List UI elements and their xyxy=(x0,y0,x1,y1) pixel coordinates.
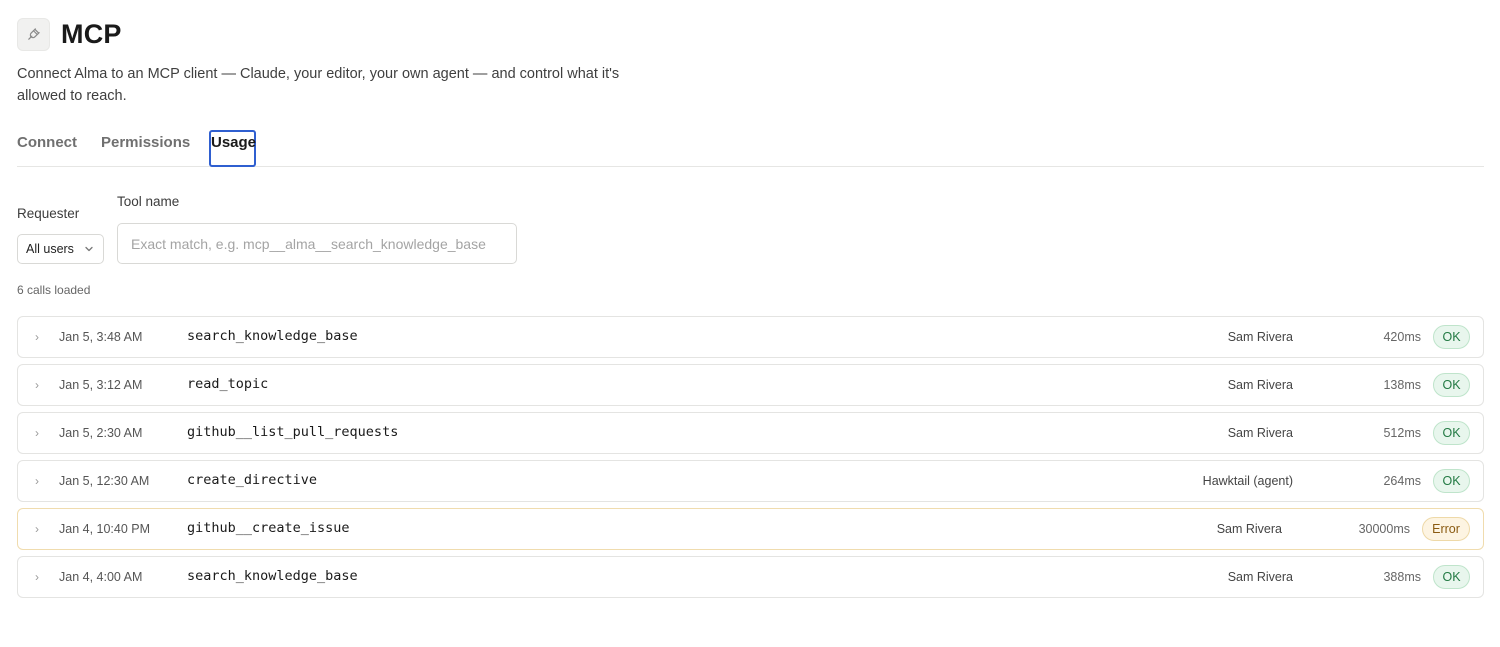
call-time: Jan 4, 4:00 AM xyxy=(59,570,143,584)
call-tool-name: read_topic xyxy=(187,376,269,392)
call-requester: Sam Rivera xyxy=(1227,378,1293,392)
call-tool-name: search_knowledge_base xyxy=(187,568,358,584)
status-badge: OK xyxy=(1433,469,1470,493)
chevron-right-icon[interactable]: › xyxy=(35,426,39,440)
calls-count: 6 calls loaded xyxy=(17,283,91,297)
chevron-down-icon xyxy=(85,246,93,252)
call-row[interactable]: › Jan 5, 12:30 AM create_directive Hawkt… xyxy=(17,460,1484,502)
page-description: Connect Alma to an MCP client — Claude, … xyxy=(17,66,620,104)
call-row[interactable]: › Jan 4, 10:40 PM github__create_issue S… xyxy=(17,508,1484,550)
chevron-right-icon[interactable]: › xyxy=(35,330,39,344)
call-duration: 264ms xyxy=(1383,474,1421,488)
page-header: MCP xyxy=(17,18,122,51)
call-duration: 138ms xyxy=(1383,378,1421,392)
call-tool-name: github__create_issue xyxy=(187,520,350,536)
call-time: Jan 4, 10:40 PM xyxy=(59,522,151,536)
call-time: Jan 5, 2:30 AM xyxy=(59,426,143,440)
status-badge: OK xyxy=(1433,565,1470,589)
call-duration: 420ms xyxy=(1383,330,1421,344)
call-requester: Sam Rivera xyxy=(1227,426,1293,440)
call-requester: Sam Rivera xyxy=(1216,522,1282,536)
tab-connect[interactable]: Connect xyxy=(17,130,77,167)
status-badge: OK xyxy=(1433,373,1470,397)
call-tool-name: search_knowledge_base xyxy=(187,328,358,344)
chevron-right-icon[interactable]: › xyxy=(35,378,39,392)
call-time: Jan 5, 3:12 AM xyxy=(59,378,143,392)
call-tool-name: create_directive xyxy=(187,472,318,488)
calls-list: › Jan 5, 3:48 AM search_knowledge_base S… xyxy=(17,316,1484,604)
status-badge: OK xyxy=(1433,325,1470,349)
status-badge: Error xyxy=(1422,517,1470,541)
status-badge: OK xyxy=(1433,421,1470,445)
chevron-right-icon[interactable]: › xyxy=(35,474,39,488)
requester-select[interactable]: All users xyxy=(17,234,104,264)
chevron-right-icon[interactable]: › xyxy=(35,522,39,536)
tab-bar: Connect Permissions Usage xyxy=(17,130,1484,167)
call-row[interactable]: › Jan 5, 3:48 AM search_knowledge_base S… xyxy=(17,316,1484,358)
tool-name-input[interactable] xyxy=(117,223,517,264)
call-requester: Sam Rivera xyxy=(1227,330,1293,344)
plug-icon xyxy=(17,18,50,51)
call-duration: 388ms xyxy=(1383,570,1421,584)
page-title: MCP xyxy=(61,19,122,49)
tab-permissions[interactable]: Permissions xyxy=(101,130,190,167)
requester-select-value: All users xyxy=(26,242,74,256)
call-requester: Sam Rivera xyxy=(1227,570,1293,584)
call-time: Jan 5, 12:30 AM xyxy=(59,474,150,488)
call-time: Jan 5, 3:48 AM xyxy=(59,330,143,344)
call-duration: 30000ms xyxy=(1358,522,1410,536)
call-tool-name: github__list_pull_requests xyxy=(187,424,399,440)
call-row[interactable]: › Jan 4, 4:00 AM search_knowledge_base S… xyxy=(17,556,1484,598)
call-duration: 512ms xyxy=(1383,426,1421,440)
call-requester: Hawktail (agent) xyxy=(1202,474,1293,488)
tool-name-label: Tool name xyxy=(117,194,180,209)
tab-usage[interactable]: Usage xyxy=(209,130,256,167)
chevron-right-icon[interactable]: › xyxy=(35,570,39,584)
call-row[interactable]: › Jan 5, 3:12 AM read_topic Sam Rivera 1… xyxy=(17,364,1484,406)
requester-label: Requester xyxy=(17,206,80,221)
call-row[interactable]: › Jan 5, 2:30 AM github__list_pull_reque… xyxy=(17,412,1484,454)
